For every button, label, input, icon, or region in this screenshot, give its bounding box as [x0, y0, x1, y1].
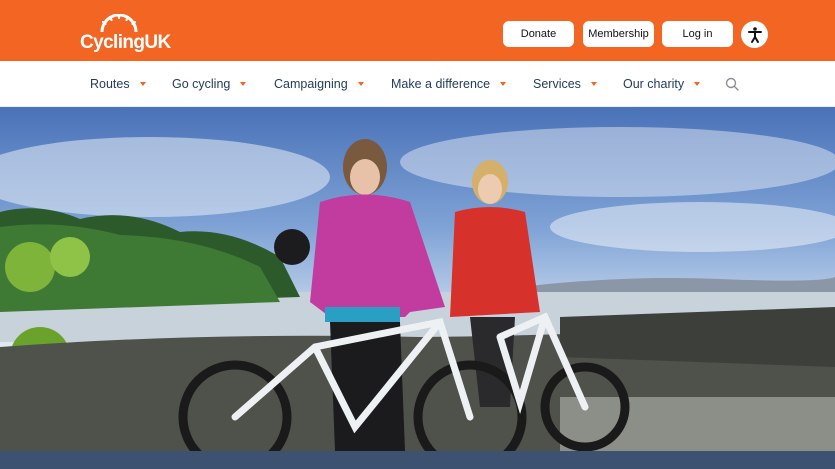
- nav-item-make-a-difference[interactable]: Make a difference: [391, 77, 507, 91]
- chevron-down-icon: [500, 82, 507, 86]
- nav-item-label: Make a difference: [391, 77, 491, 91]
- section-divider-strip: [0, 451, 835, 469]
- main-navigation: Routes Go cycling Campaigning Make a dif…: [0, 61, 835, 107]
- search-icon: [725, 77, 739, 91]
- logo-sun-icon: [100, 14, 138, 32]
- chevron-down-icon: [240, 82, 247, 86]
- nav-item-label: Services: [533, 77, 581, 91]
- hero-image: [0, 107, 835, 451]
- nav-item-go-cycling[interactable]: Go cycling: [172, 77, 247, 91]
- nav-item-services[interactable]: Services: [533, 77, 597, 91]
- chevron-down-icon: [590, 82, 597, 86]
- nav-item-label: Routes: [90, 77, 130, 91]
- nav-item-label: Campaigning: [274, 77, 348, 91]
- nav-item-label: Go cycling: [172, 77, 231, 91]
- nav-item-label: Our charity: [623, 77, 685, 91]
- chevron-down-icon: [357, 82, 364, 86]
- nav-item-campaigning[interactable]: Campaigning: [274, 77, 364, 91]
- logo-wordmark: CyclingUK: [80, 32, 171, 53]
- top-header: CyclingUK Donate Membership Log in: [0, 0, 835, 61]
- donate-button[interactable]: Donate: [503, 21, 574, 47]
- login-button[interactable]: Log in: [662, 21, 733, 47]
- search-button[interactable]: [725, 77, 741, 93]
- chevron-down-icon: [139, 82, 146, 86]
- membership-button[interactable]: Membership: [583, 21, 654, 47]
- chevron-down-icon: [694, 82, 701, 86]
- nav-item-our-charity[interactable]: Our charity: [623, 77, 701, 91]
- accessibility-icon: [747, 26, 762, 43]
- hero-illustration: [0, 127, 835, 451]
- nav-item-routes[interactable]: Routes: [90, 77, 146, 91]
- accessibility-button[interactable]: [741, 21, 768, 48]
- cycling-uk-logo[interactable]: CyclingUK: [80, 14, 171, 54]
